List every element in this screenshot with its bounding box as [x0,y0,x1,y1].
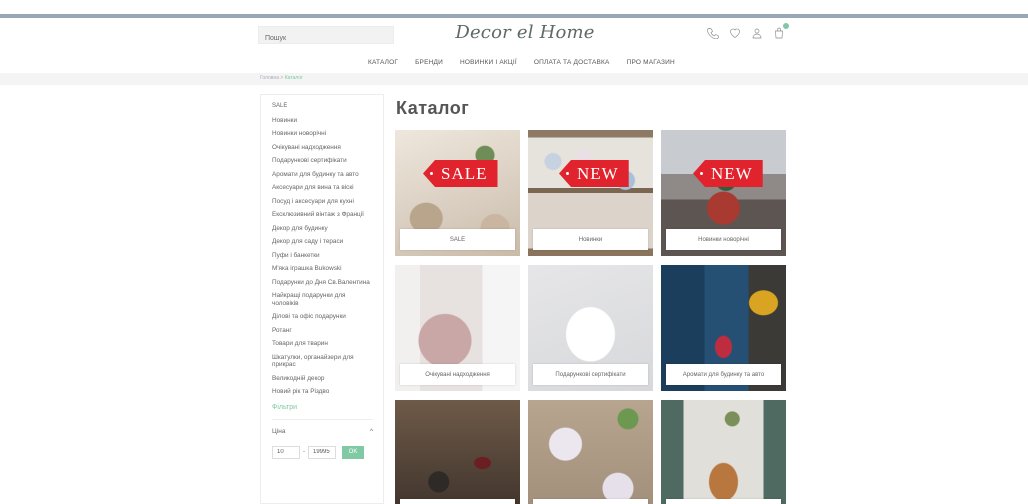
price-range: - OK [272,445,373,459]
category-tile-new[interactable]: NEW Новинки [528,130,653,256]
category-item[interactable]: Аромати для будинку та авто [272,171,373,179]
category-tile-new-year[interactable]: NEW Новинки новорічні [661,130,786,256]
sale-tag: SALE [423,160,498,187]
nav-item-new-and-promo[interactable]: НОВИНКИ І АКЦІЇ [460,59,517,66]
category-tile-aromas[interactable]: Аромати для будинку та авто [661,265,786,391]
site-logo[interactable]: Decor el Home [440,22,610,43]
price-filter-header[interactable]: Ціна ^ [272,418,373,435]
category-item[interactable]: Ротанг [272,327,373,335]
price-ok-button[interactable]: OK [342,445,364,459]
category-grid: SALE SALE NEW Новинки NEW Новинки новорі… [395,130,787,504]
nav-item-payment-delivery[interactable]: ОПЛАТА ТА ДОСТАВКА [534,59,610,66]
category-item[interactable]: Ексклюзивний вінтаж з Франції [272,211,373,219]
breadcrumb-separator: > [280,75,284,81]
price-max-input[interactable] [308,445,336,459]
breadcrumb-current: Каталог [284,75,303,81]
category-sidebar: SALE Новинки Новинки новорічні Очікувані… [260,94,384,504]
category-item[interactable]: Декор для саду і тераси [272,238,373,246]
tile-label[interactable]: Новинки [533,229,648,250]
category-tile-expected[interactable]: Очікувані надходження [395,265,520,391]
filters-title: Фільтри [272,403,298,411]
category-item[interactable]: Пуфи і банкетки [272,252,373,260]
top-bar [0,14,1028,18]
category-list: SALE Новинки Новинки новорічні Очікувані… [272,103,373,396]
category-photo [395,400,520,504]
category-item[interactable]: SALE [272,103,373,111]
category-item[interactable]: Ділові та офіс подарунки [272,313,373,321]
price-min-input[interactable] [272,445,300,459]
tile-label[interactable] [533,499,648,504]
category-item[interactable]: Новий рік та Різдво [272,388,373,396]
category-item[interactable]: Очікувані надходження [272,144,373,152]
category-tile-gift-certificates[interactable]: Подарункові сертифікати [528,265,653,391]
category-item[interactable]: Новинки [272,117,373,125]
category-item[interactable]: Новинки новорічні [272,130,373,138]
heart-icon[interactable] [728,26,742,40]
header-icons [706,23,789,40]
cart-badge [783,23,789,29]
category-item[interactable]: Посуд і аксесуари для кухні [272,198,373,206]
tile-label[interactable]: Подарункові сертифікати [533,364,648,385]
cart-icon[interactable] [772,23,789,40]
category-item[interactable]: Шкатулки, органайзери для прикрас [272,354,373,369]
category-item[interactable]: Подарунки до Дня Св.Валентина [272,279,373,287]
new-tag: NEW [559,160,629,187]
new-tag: NEW [693,160,763,187]
category-tile[interactable] [528,400,653,504]
breadcrumb-home[interactable]: Головна [260,75,279,81]
category-item[interactable]: Аксесуари для вина та віскі [272,184,373,192]
category-tile[interactable] [661,400,786,504]
breadcrumb: Головна > Каталог [260,75,303,81]
tile-label[interactable]: Очікувані надходження [400,364,515,385]
tile-label[interactable]: SALE [400,229,515,250]
tile-label[interactable]: Новинки новорічні [666,229,781,250]
nav-item-about[interactable]: ПРО МАГАЗИН [627,59,675,66]
page-title: Каталог [396,98,470,118]
nav-item-catalog[interactable]: КАТАЛОГ [368,59,398,66]
category-item[interactable]: Декор для будинку [272,225,373,233]
nav-item-brands[interactable]: БРЕНДИ [415,59,443,66]
breadcrumb-bar [0,73,1028,85]
category-tile[interactable] [395,400,520,504]
category-photo [661,400,786,504]
category-item[interactable]: Великодній декор [272,375,373,383]
chevron-up-icon[interactable]: ^ [370,428,373,435]
category-item[interactable]: Товари для тварин [272,340,373,348]
category-item[interactable]: Подарункові сертифікати [272,157,373,165]
category-tile-sale[interactable]: SALE SALE [395,130,520,256]
main-nav: КАТАЛОГ БРЕНДИ НОВИНКИ І АКЦІЇ ОПЛАТА ТА… [368,59,675,66]
user-icon[interactable] [750,26,764,40]
phone-icon[interactable] [706,26,720,40]
category-item[interactable]: М'яка іграшка Bukowski [272,265,373,273]
category-item[interactable]: Найкращі подарунки для чоловіків [272,292,373,307]
category-photo [528,400,653,504]
search-input[interactable] [259,30,393,47]
price-label: Ціна [272,427,286,435]
tile-label[interactable] [666,499,781,504]
tile-label[interactable]: Аромати для будинку та авто [666,364,781,385]
tile-label[interactable] [400,499,515,504]
search-box[interactable] [258,26,394,47]
price-separator: - [303,449,305,455]
